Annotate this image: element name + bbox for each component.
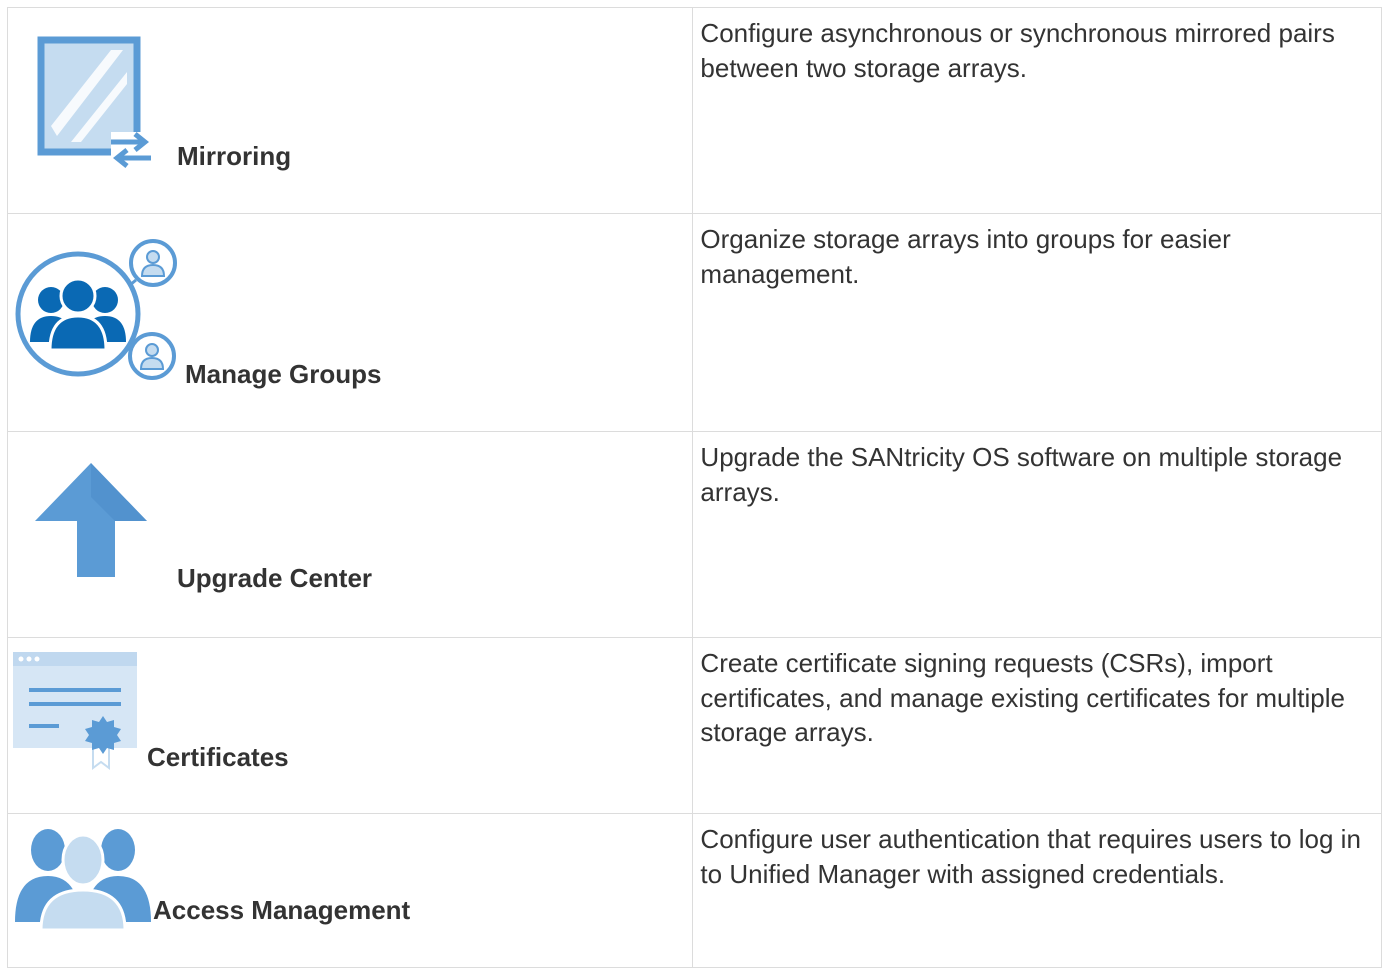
users-icon — [15, 829, 151, 930]
feature-description-cell: Configure asynchronous or synchronous mi… — [692, 7, 1382, 214]
table-row: Manage Groups Organize storage arrays in… — [6, 213, 1382, 432]
feature-icon-cell: Mirroring — [6, 7, 694, 214]
feature-icon-cell: Certificates — [6, 637, 694, 814]
feature-description: Create certificate signing requests (CSR… — [700, 648, 1345, 747]
features-table: Mirroring Configure asynchronous or sync… — [6, 7, 1382, 968]
table-row: Certificates Create certificate signing … — [6, 637, 1382, 814]
feature-icon-cell: Upgrade Center — [6, 431, 694, 638]
feature-description-cell: Configure user authentication that requi… — [692, 813, 1382, 968]
feature-icon-cell: Access Management — [6, 813, 694, 968]
upgrade-arrow-icon — [35, 463, 147, 577]
feature-description: Configure asynchronous or synchronous mi… — [700, 18, 1335, 83]
certificate-icon — [13, 652, 137, 770]
feature-description-cell: Organize storage arrays into groups for … — [692, 213, 1382, 432]
feature-name: Manage Groups — [185, 359, 382, 389]
feature-description-cell: Upgrade the SANtricity OS software on mu… — [692, 431, 1382, 638]
feature-description: Configure user authentication that requi… — [700, 824, 1361, 889]
table-row: Upgrade Center Upgrade the SANtricity OS… — [6, 431, 1382, 638]
mirror-icon — [37, 36, 151, 168]
feature-name: Certificates — [147, 742, 289, 772]
feature-description-cell: Create certificate signing requests (CSR… — [692, 637, 1382, 814]
feature-description: Upgrade the SANtricity OS software on mu… — [700, 442, 1343, 507]
feature-name: Access Management — [153, 895, 411, 925]
table-row: Access Management Configure user authent… — [6, 813, 1382, 968]
feature-name: Mirroring — [177, 141, 292, 171]
feature-name: Upgrade Center — [177, 563, 373, 593]
feature-description: Organize storage arrays into groups for … — [700, 224, 1231, 289]
feature-icon-cell: Manage Groups — [6, 213, 694, 432]
groups-icon — [15, 239, 177, 380]
table-row: Mirroring Configure asynchronous or sync… — [6, 7, 1382, 214]
